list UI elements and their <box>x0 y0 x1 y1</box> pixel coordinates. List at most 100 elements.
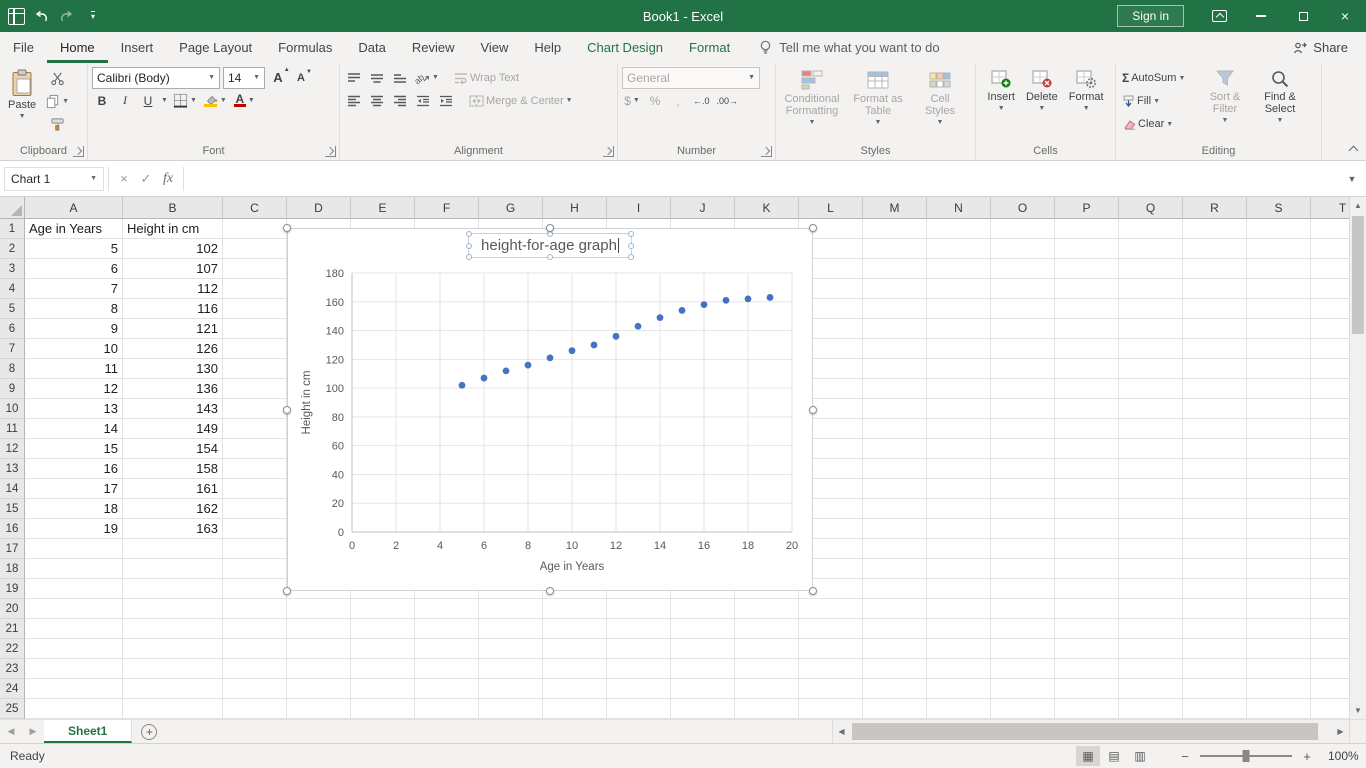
cell-C18[interactable] <box>223 559 287 579</box>
borders-button[interactable]: ▼ <box>171 91 199 111</box>
cell-C24[interactable] <box>223 679 287 699</box>
redo-button[interactable] <box>57 6 77 26</box>
sort-filter-button[interactable]: Sort & Filter ▼ <box>1199 66 1251 143</box>
cell-M5[interactable] <box>863 299 927 319</box>
cell-R13[interactable] <box>1183 459 1247 479</box>
cell-B6[interactable]: 121 <box>123 319 223 339</box>
cell-Q5[interactable] <box>1119 299 1183 319</box>
cell-E23[interactable] <box>351 659 415 679</box>
paste-button[interactable]: Paste ▼ <box>4 66 40 143</box>
cell-O16[interactable] <box>991 519 1055 539</box>
cell-S17[interactable] <box>1247 539 1311 559</box>
title-handle[interactable] <box>547 254 553 260</box>
cell-I21[interactable] <box>607 619 671 639</box>
cell-B3[interactable]: 107 <box>123 259 223 279</box>
cell-P23[interactable] <box>1055 659 1119 679</box>
cell-O7[interactable] <box>991 339 1055 359</box>
column-header-s[interactable]: S <box>1247 197 1311 219</box>
cell-P13[interactable] <box>1055 459 1119 479</box>
cell-S15[interactable] <box>1247 499 1311 519</box>
cell-T17[interactable] <box>1311 539 1349 559</box>
row-header-3[interactable]: 3 <box>0 259 25 279</box>
cell-F25[interactable] <box>415 699 479 719</box>
cell-P1[interactable] <box>1055 219 1119 239</box>
row-header-7[interactable]: 7 <box>0 339 25 359</box>
cell-Q1[interactable] <box>1119 219 1183 239</box>
zoom-level[interactable]: 100% <box>1328 749 1366 763</box>
cell-B25[interactable] <box>123 699 223 719</box>
chart-resize-handle[interactable] <box>809 406 817 414</box>
cell-R17[interactable] <box>1183 539 1247 559</box>
cell-T18[interactable] <box>1311 559 1349 579</box>
zoom-out-button[interactable]: − <box>1178 749 1192 764</box>
cell-O18[interactable] <box>991 559 1055 579</box>
cell-N17[interactable] <box>927 539 991 559</box>
cell-Q25[interactable] <box>1119 699 1183 719</box>
cell-L25[interactable] <box>799 699 863 719</box>
delete-cells-button[interactable]: Delete ▼ <box>1022 66 1062 143</box>
cell-H25[interactable] <box>543 699 607 719</box>
tab-format[interactable]: Format <box>676 32 743 63</box>
column-header-j[interactable]: J <box>671 197 735 219</box>
cell-B20[interactable] <box>123 599 223 619</box>
formula-input[interactable] <box>188 167 1342 191</box>
cell-C17[interactable] <box>223 539 287 559</box>
cell-M14[interactable] <box>863 479 927 499</box>
cell-R2[interactable] <box>1183 239 1247 259</box>
cell-Q4[interactable] <box>1119 279 1183 299</box>
cell-A8[interactable]: 11 <box>25 359 123 379</box>
cell-A18[interactable] <box>25 559 123 579</box>
cell-P25[interactable] <box>1055 699 1119 719</box>
scroll-up-icon[interactable]: ▲ <box>1350 197 1366 214</box>
tab-help[interactable]: Help <box>521 32 574 63</box>
vertical-scrollbar[interactable]: ▲ ▼ <box>1349 197 1366 719</box>
top-align-button[interactable] <box>344 68 364 88</box>
cell-N20[interactable] <box>927 599 991 619</box>
cancel-icon[interactable]: × <box>113 168 135 190</box>
sign-in-button[interactable]: Sign in <box>1117 5 1184 27</box>
cell-R8[interactable] <box>1183 359 1247 379</box>
cell-S8[interactable] <box>1247 359 1311 379</box>
cell-Q11[interactable] <box>1119 419 1183 439</box>
cell-P14[interactable] <box>1055 479 1119 499</box>
cell-Q9[interactable] <box>1119 379 1183 399</box>
cell-S11[interactable] <box>1247 419 1311 439</box>
cell-A2[interactable]: 5 <box>25 239 123 259</box>
cell-O23[interactable] <box>991 659 1055 679</box>
cell-T8[interactable] <box>1311 359 1349 379</box>
cell-A9[interactable]: 12 <box>25 379 123 399</box>
tab-insert[interactable]: Insert <box>108 32 167 63</box>
row-header-10[interactable]: 10 <box>0 399 25 419</box>
cell-N7[interactable] <box>927 339 991 359</box>
cell-F23[interactable] <box>415 659 479 679</box>
cell-O14[interactable] <box>991 479 1055 499</box>
cell-J22[interactable] <box>671 639 735 659</box>
cell-R5[interactable] <box>1183 299 1247 319</box>
cell-J24[interactable] <box>671 679 735 699</box>
share-button[interactable]: Share <box>1293 32 1348 63</box>
chart[interactable]: 0204060801001201401601800246810121416182… <box>287 228 813 591</box>
cell-A13[interactable]: 16 <box>25 459 123 479</box>
cell-E24[interactable] <box>351 679 415 699</box>
cell-E21[interactable] <box>351 619 415 639</box>
cell-O21[interactable] <box>991 619 1055 639</box>
cell-R18[interactable] <box>1183 559 1247 579</box>
cell-P7[interactable] <box>1055 339 1119 359</box>
cell-G21[interactable] <box>479 619 543 639</box>
cell-H20[interactable] <box>543 599 607 619</box>
cell-J23[interactable] <box>671 659 735 679</box>
cell-D23[interactable] <box>287 659 351 679</box>
cell-T9[interactable] <box>1311 379 1349 399</box>
cell-S6[interactable] <box>1247 319 1311 339</box>
row-header-13[interactable]: 13 <box>0 459 25 479</box>
cell-M21[interactable] <box>863 619 927 639</box>
cell-I24[interactable] <box>607 679 671 699</box>
underline-button[interactable]: U <box>138 91 158 111</box>
sheet-tab-sheet1[interactable]: Sheet1 <box>44 720 132 743</box>
cell-F24[interactable] <box>415 679 479 699</box>
bold-button[interactable]: B <box>92 91 112 111</box>
cell-R23[interactable] <box>1183 659 1247 679</box>
cell-H22[interactable] <box>543 639 607 659</box>
cell-T19[interactable] <box>1311 579 1349 599</box>
horizontal-scroll-thumb[interactable] <box>852 723 1318 740</box>
